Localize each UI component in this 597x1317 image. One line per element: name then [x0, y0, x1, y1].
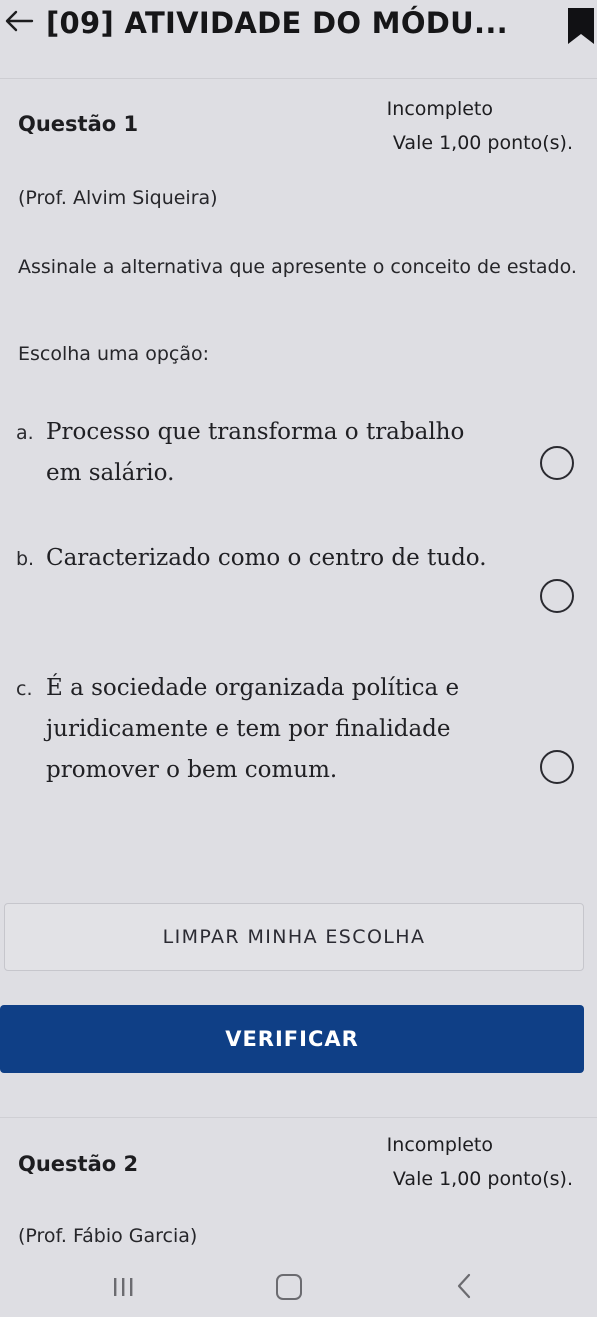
- option-a-radio[interactable]: [540, 446, 574, 480]
- quiz-page: [09] ATIVIDADE DO MÓDU... Questão 1 Inco…: [0, 0, 597, 1317]
- option-a-text: Processo que transforma o trabalho em sa…: [46, 419, 465, 486]
- question-1-header: Questão 1 Incompleto Vale 1,00 ponto(s).: [0, 96, 597, 176]
- question-2-author: (Prof. Fábio Garcia): [18, 1225, 198, 1247]
- question-1-status: Incompleto: [386, 98, 493, 120]
- bookmark-button[interactable]: [566, 8, 596, 46]
- question-2-points: Vale 1,00 ponto(s).: [392, 1168, 573, 1190]
- divider: [0, 1117, 597, 1118]
- option-c-letter: c.: [16, 678, 33, 700]
- question-2-header: Questão 2 Incompleto Vale 1,00 ponto(s).: [0, 1134, 597, 1214]
- system-back-button[interactable]: [455, 1272, 473, 1305]
- question-1-text: Assinale a alternativa que apresente o c…: [18, 256, 577, 278]
- chevron-left-icon: [457, 1273, 471, 1299]
- back-button[interactable]: [0, 4, 38, 38]
- question-2-status: Incompleto: [386, 1134, 493, 1156]
- home-button[interactable]: [276, 1274, 302, 1300]
- option-b-text: Caracterizado como o centro de tudo.: [46, 545, 487, 571]
- question-2-title: Questão 2: [18, 1152, 139, 1176]
- system-nav-bar: [0, 1268, 597, 1317]
- verify-button[interactable]: VERIFICAR: [0, 1005, 584, 1073]
- top-app-bar: [09] ATIVIDADE DO MÓDU...: [0, 0, 597, 62]
- clear-choice-button[interactable]: LIMPAR MINHA ESCOLHA: [4, 903, 584, 971]
- recent-apps-button[interactable]: [110, 1276, 136, 1298]
- option-b-letter: b.: [16, 548, 35, 570]
- arrow-left-icon: [5, 10, 34, 32]
- choose-option-label: Escolha uma opção:: [18, 343, 210, 365]
- option-c-text: É a sociedade organizada política e juri…: [46, 675, 460, 783]
- question-1-points: Vale 1,00 ponto(s).: [392, 132, 573, 154]
- question-1-title: Questão 1: [18, 112, 139, 136]
- bookmark-icon: [568, 8, 594, 44]
- divider: [0, 78, 597, 79]
- recent-apps-icon: [114, 1278, 133, 1296]
- page-title: [09] ATIVIDADE DO MÓDU...: [46, 6, 508, 40]
- question-1-author: (Prof. Alvim Siqueira): [18, 187, 218, 209]
- option-c-radio[interactable]: [540, 750, 574, 784]
- option-b-radio[interactable]: [540, 579, 574, 613]
- option-a-letter: a.: [16, 422, 34, 444]
